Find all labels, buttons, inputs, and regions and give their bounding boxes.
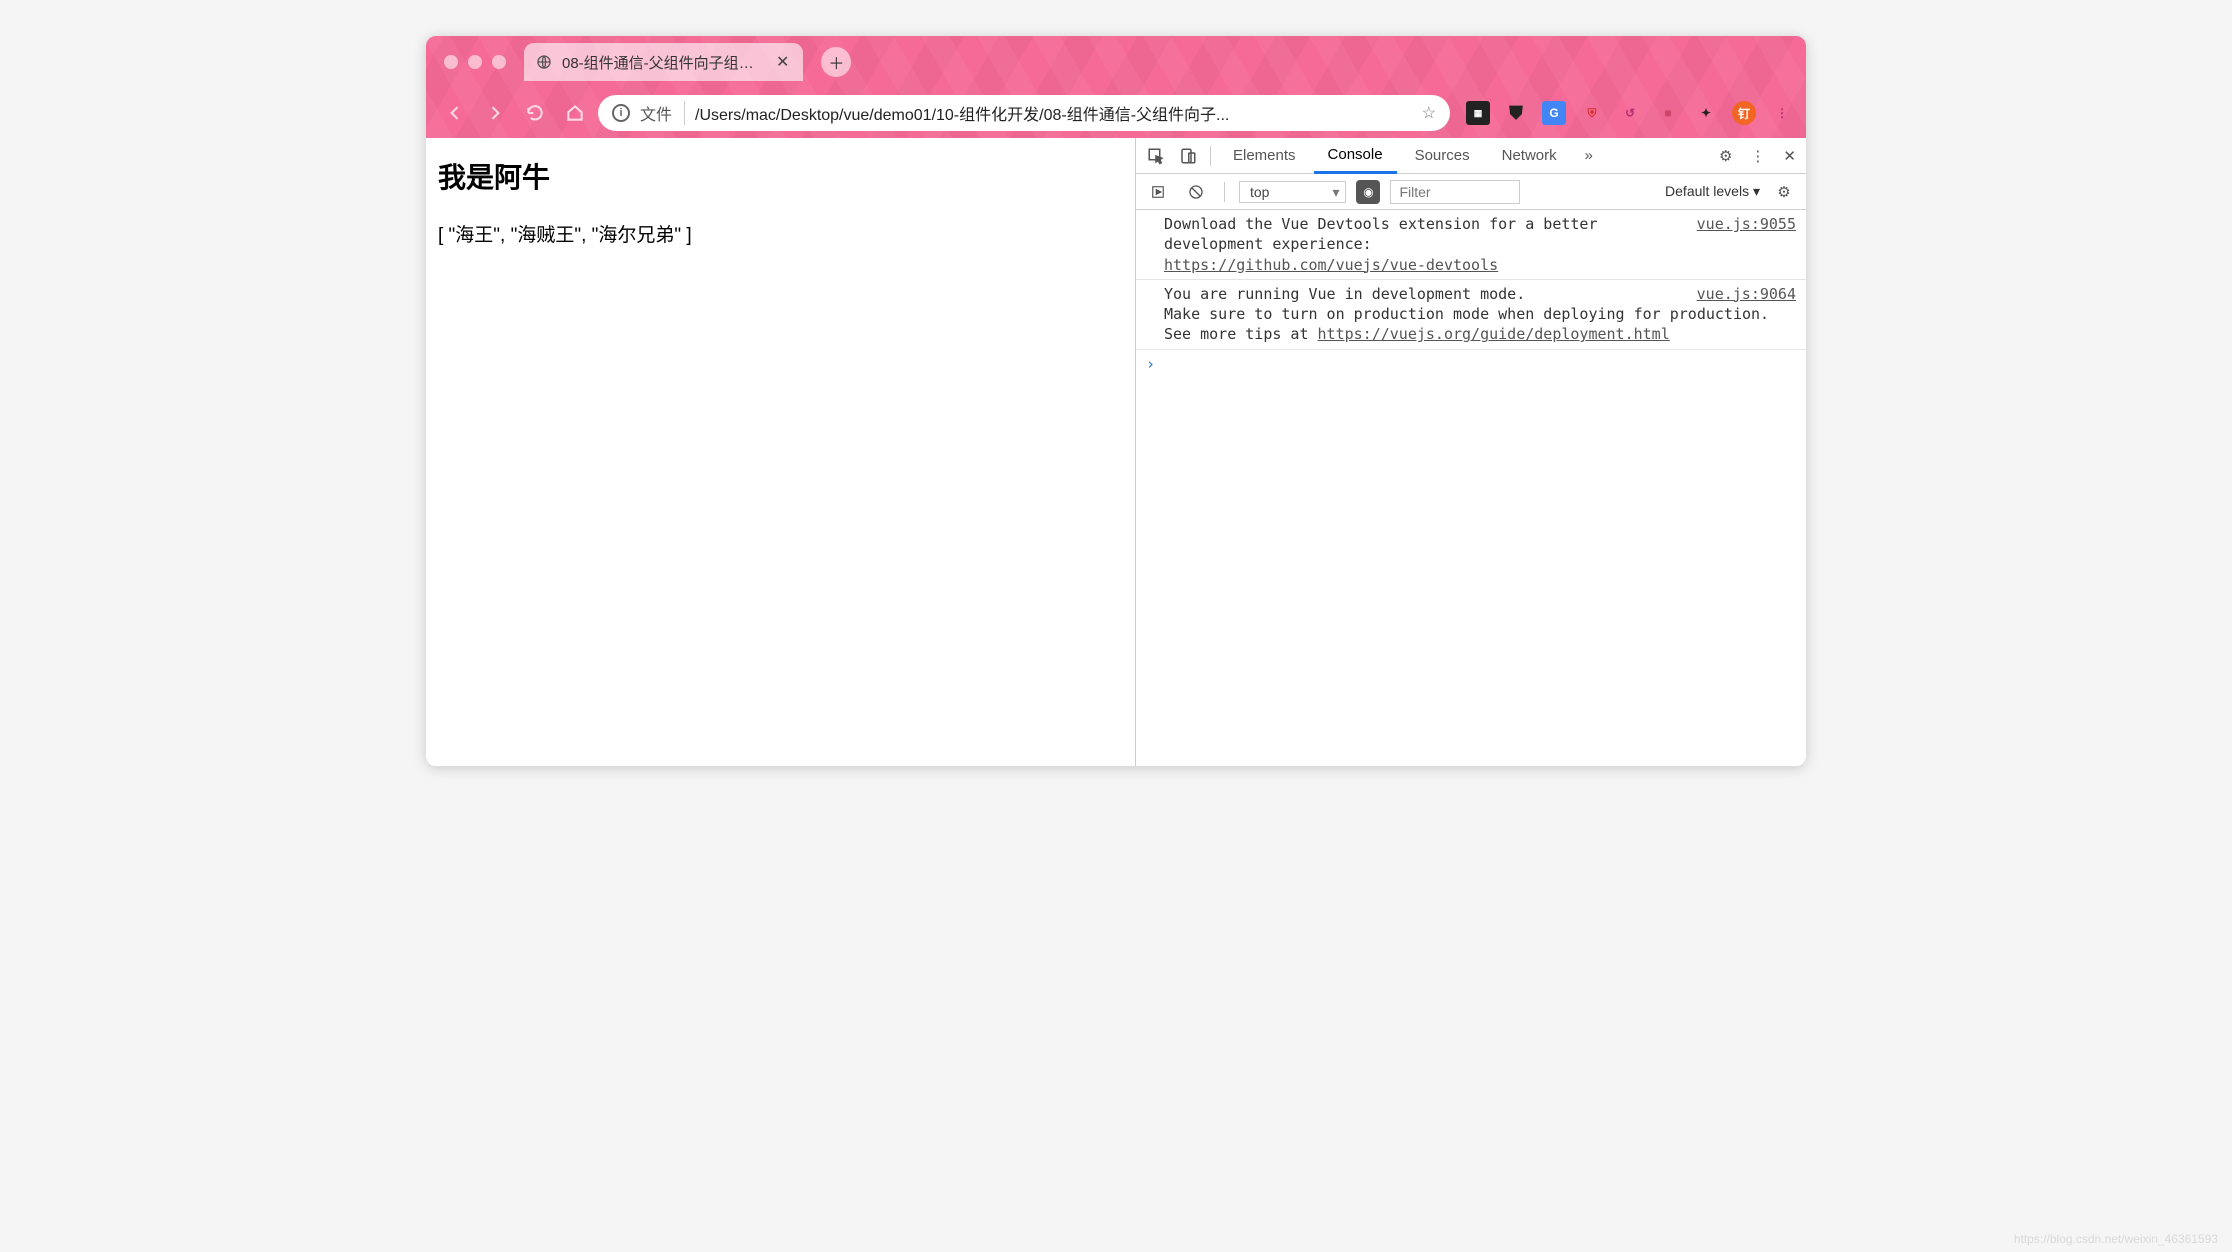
device-toolbar-icon[interactable] (1174, 142, 1202, 170)
message-source[interactable]: vue.js:9055 (1697, 214, 1796, 234)
console-message: vue.js:9055 Download the Vue Devtools ex… (1136, 210, 1806, 280)
browser-window: 08-组件通信-父组件向子组件传 ✕ ＋ i 文件 /Users/mac/Des… (426, 36, 1806, 766)
window-controls (444, 55, 506, 69)
extensions-menu-icon[interactable]: ✦ (1694, 101, 1718, 125)
devtools-menu-icon[interactable]: ⋮ (1746, 143, 1769, 169)
maximize-window-dot[interactable] (492, 55, 506, 69)
tab-elements[interactable]: Elements (1219, 139, 1310, 172)
address-bar[interactable]: i 文件 /Users/mac/Desktop/vue/demo01/10-组件… (598, 95, 1450, 131)
page-array-text: [ "海王", "海贼王", "海尔兄弟" ] (438, 220, 1123, 247)
extensions-area: ▦ ⛊ G ⛨ ↺ ■ ✦ 钉 ⋮ (1466, 101, 1794, 125)
content-area: 我是阿牛 [ "海王", "海贼王", "海尔兄弟" ] Elements Co… (426, 138, 1806, 766)
shield-extension-icon[interactable]: ⛨ (1580, 101, 1604, 125)
pinned-extension-icon[interactable]: 钉 (1732, 101, 1756, 125)
translate-extension-icon[interactable]: G (1542, 101, 1566, 125)
console-filter-input[interactable] (1390, 180, 1520, 204)
more-tabs-icon[interactable]: » (1575, 142, 1603, 170)
globe-icon (536, 54, 552, 70)
context-selector[interactable]: top (1239, 181, 1346, 203)
message-text: Download the Vue Devtools extension for … (1164, 215, 1597, 253)
clear-console-icon[interactable] (1182, 178, 1210, 206)
devtools-panel: Elements Console Sources Network » ⚙ ⋮ ✕… (1136, 138, 1806, 766)
tab-title: 08-组件通信-父组件向子组件传 (562, 52, 762, 73)
tab-console[interactable]: Console (1314, 138, 1397, 174)
devtools-close-icon[interactable]: ✕ (1779, 143, 1800, 169)
separator (1224, 182, 1225, 202)
console-settings-icon[interactable]: ⚙ (1770, 178, 1798, 206)
browser-menu-icon[interactable]: ⋮ (1770, 101, 1794, 125)
back-button[interactable] (438, 96, 472, 130)
inspect-element-icon[interactable] (1142, 142, 1170, 170)
console-play-icon[interactable] (1144, 178, 1172, 206)
new-tab-button[interactable]: ＋ (821, 47, 851, 77)
url-scheme-label: 文件 (640, 101, 685, 125)
console-toolbar: top ◉ Default levels ▾ ⚙ (1136, 174, 1806, 210)
page-heading: 我是阿牛 (438, 156, 1123, 196)
ublock-extension-icon[interactable]: ⛊ (1504, 101, 1528, 125)
console-prompt[interactable]: › (1136, 350, 1806, 378)
close-tab-icon[interactable]: ✕ (772, 52, 793, 72)
message-source[interactable]: vue.js:9064 (1697, 284, 1796, 304)
watermark: https://blog.csdn.net/weixin_46361593 (2014, 1232, 2218, 1246)
forward-button[interactable] (478, 96, 512, 130)
console-message: vue.js:9064 You are running Vue in devel… (1136, 280, 1806, 350)
nav-toolbar: i 文件 /Users/mac/Desktop/vue/demo01/10-组件… (426, 88, 1806, 138)
close-window-dot[interactable] (444, 55, 458, 69)
devtools-tab-bar: Elements Console Sources Network » ⚙ ⋮ ✕ (1136, 138, 1806, 174)
stop-extension-icon[interactable]: ■ (1656, 101, 1680, 125)
bookmark-star-icon[interactable]: ☆ (1422, 103, 1436, 123)
browser-tab[interactable]: 08-组件通信-父组件向子组件传 ✕ (524, 43, 803, 81)
home-button[interactable] (558, 96, 592, 130)
browser-chrome: 08-组件通信-父组件向子组件传 ✕ ＋ i 文件 /Users/mac/Des… (426, 36, 1806, 138)
rendered-page: 我是阿牛 [ "海王", "海贼王", "海尔兄弟" ] (426, 138, 1136, 766)
minimize-window-dot[interactable] (468, 55, 482, 69)
console-log[interactable]: vue.js:9055 Download the Vue Devtools ex… (1136, 210, 1806, 766)
tab-network[interactable]: Network (1488, 139, 1571, 172)
qr-extension-icon[interactable]: ▦ (1466, 101, 1490, 125)
reload-button[interactable] (518, 96, 552, 130)
tab-strip: 08-组件通信-父组件向子组件传 ✕ ＋ (426, 36, 1806, 88)
devtools-settings-icon[interactable]: ⚙ (1715, 143, 1736, 169)
tab-sources[interactable]: Sources (1401, 139, 1484, 172)
info-icon[interactable]: i (612, 104, 630, 122)
url-path: /Users/mac/Desktop/vue/demo01/10-组件化开发/0… (695, 101, 1412, 125)
separator (1210, 146, 1211, 166)
message-link[interactable]: https://github.com/vuejs/vue-devtools (1164, 256, 1498, 274)
message-link[interactable]: https://vuejs.org/guide/deployment.html (1318, 325, 1670, 343)
live-expression-icon[interactable]: ◉ (1356, 180, 1380, 204)
log-levels-selector[interactable]: Default levels ▾ (1665, 183, 1760, 200)
history-extension-icon[interactable]: ↺ (1618, 101, 1642, 125)
